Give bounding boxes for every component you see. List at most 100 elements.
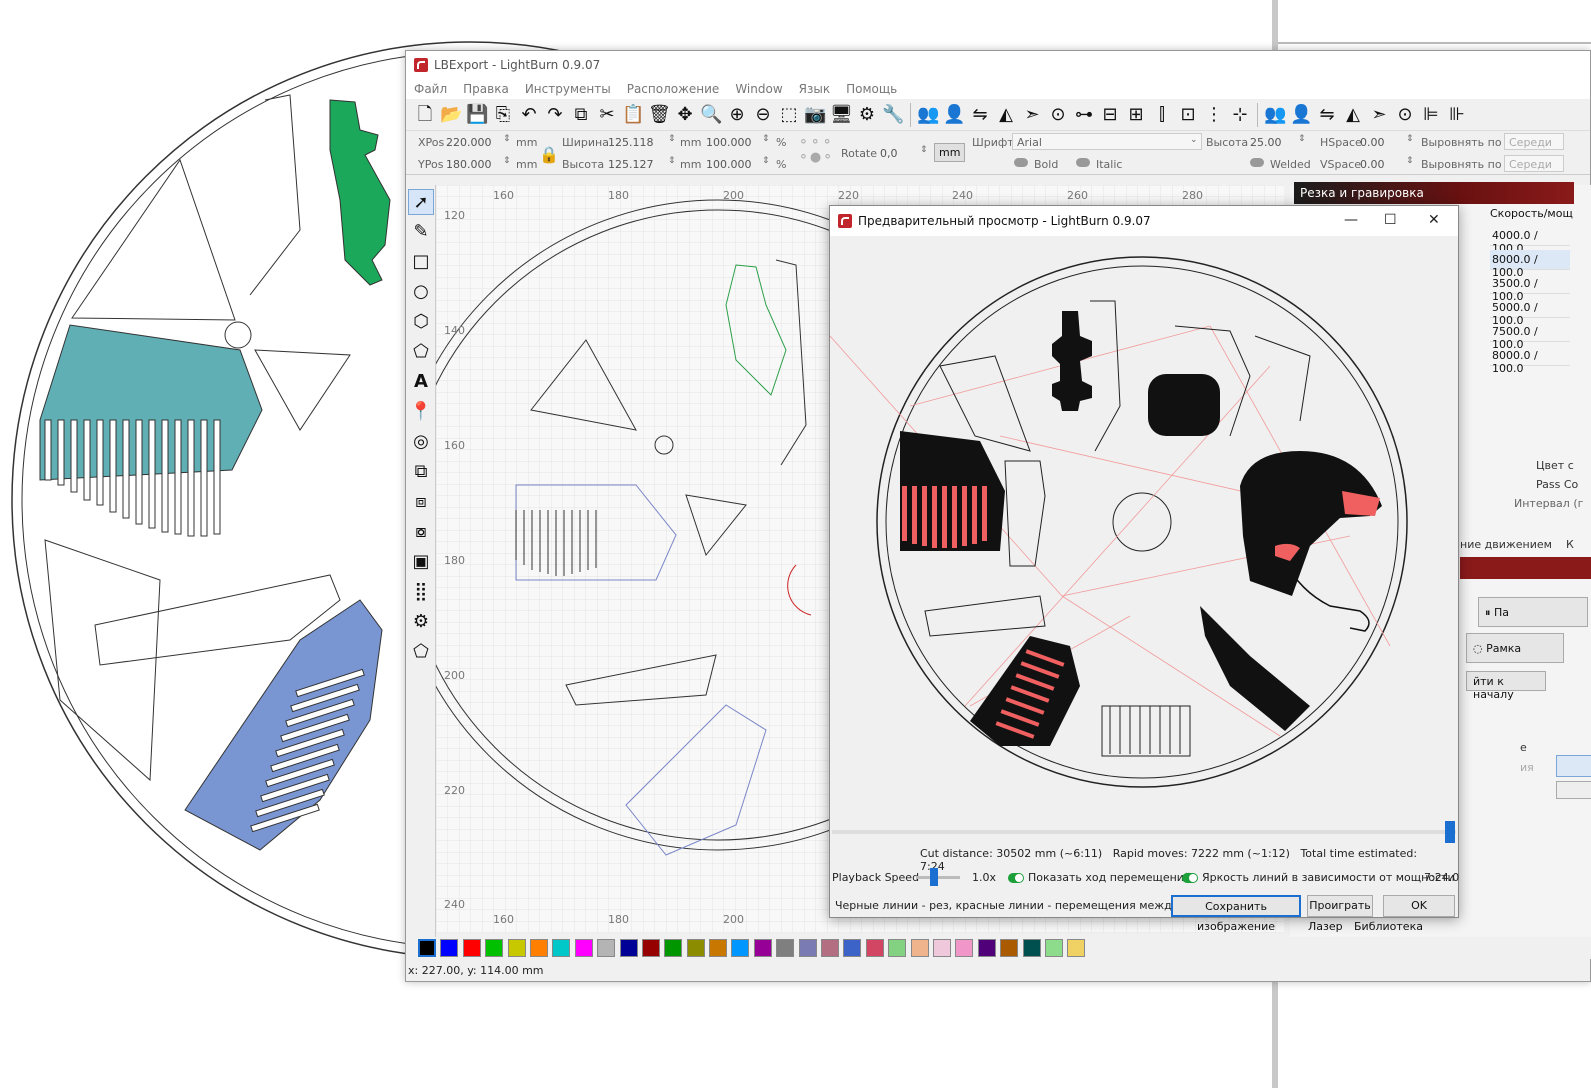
move-together-icon[interactable]: ⊹ [1229, 104, 1251, 126]
hspace-field[interactable]: 0.00 [1360, 136, 1385, 149]
color-swatch[interactable] [776, 939, 795, 957]
color-swatch[interactable] [798, 939, 817, 957]
open-folder-icon[interactable]: 📂 [440, 104, 462, 126]
maximize-icon[interactable]: ☐ [1384, 212, 1397, 228]
color-swatch[interactable] [865, 939, 884, 957]
color-swatch[interactable] [709, 939, 728, 957]
width-field[interactable]: 125.118 [608, 136, 654, 149]
send-icon-2[interactable]: ➣ [1368, 104, 1390, 126]
zoom-selection-icon[interactable]: 🔍 [700, 104, 722, 126]
boolean-intersect-icon[interactable]: ⧇ [408, 519, 434, 545]
target-icon[interactable]: ⊙ [1047, 104, 1069, 126]
color-swatch[interactable] [440, 939, 459, 957]
menu-language[interactable]: Язык [799, 82, 830, 96]
scale-y-field[interactable]: 100.000 [706, 158, 752, 171]
vspace-spinner-icon[interactable]: ⇕ [1406, 156, 1414, 166]
text-tool-icon[interactable]: A [408, 369, 434, 395]
width-spinner-icon[interactable]: ⇕ [668, 134, 676, 144]
align-x-select[interactable]: Середи [1504, 133, 1564, 150]
color-swatch[interactable] [597, 939, 616, 957]
menu-window[interactable]: Window [735, 82, 782, 96]
color-swatch[interactable] [1067, 939, 1086, 957]
ok-button[interactable]: OK [1383, 895, 1455, 917]
weld-icon[interactable]: ▣ [408, 549, 434, 575]
color-swatch[interactable] [843, 939, 862, 957]
rotate-field[interactable]: 0,0 [880, 147, 898, 160]
anchor-grid-icon[interactable]: ⚬⚬⚬ ⚬●⚬ [798, 135, 834, 165]
close-icon[interactable]: ✕ [1428, 212, 1440, 228]
frame-button[interactable]: ◌ Рамка [1466, 633, 1564, 663]
ypos-spinner-icon[interactable]: ⇕ [503, 156, 511, 166]
library-tab[interactable]: Библиотека [1354, 920, 1423, 933]
color-swatch[interactable] [664, 939, 683, 957]
menu-arrange[interactable]: Расположение [627, 82, 720, 96]
copy-icon[interactable]: ⧉ [570, 104, 592, 126]
zoom-frame-icon[interactable]: ⬚ [778, 104, 800, 126]
undo-icon[interactable]: ↶ [518, 104, 540, 126]
camera-icon[interactable]: 📷 [804, 104, 826, 126]
layer-speed-2[interactable]: 8000.0 / 100.0 [1490, 250, 1570, 279]
align-right-icon[interactable]: ⊪ [1446, 104, 1468, 126]
cut-icon[interactable]: ✂ [596, 104, 618, 126]
polygon-icon[interactable]: ⬡ [408, 309, 434, 335]
new-file-icon[interactable]: 🗋 [414, 104, 436, 126]
minimize-icon[interactable]: — [1344, 212, 1358, 228]
tools-wrench-icon[interactable]: 🔧 [882, 104, 904, 126]
distribute-icon[interactable]: ⫿ [1151, 104, 1173, 126]
color-swatch[interactable] [888, 939, 907, 957]
align-y-select[interactable]: Середи [1504, 155, 1564, 172]
color-swatch[interactable] [1044, 939, 1063, 957]
lock-icon[interactable]: 🔒 [539, 145, 559, 164]
delete-icon[interactable]: 🗑 [648, 104, 671, 126]
color-swatch[interactable] [932, 939, 951, 957]
zoom-out-icon[interactable]: ⊖ [752, 104, 774, 126]
settings-gear-icon[interactable]: ⚙ [856, 104, 878, 126]
k-tab[interactable]: К [1566, 538, 1574, 551]
color-swatch[interactable] [821, 939, 840, 957]
playback-speed-slider[interactable] [916, 876, 960, 879]
color-swatch[interactable] [619, 939, 638, 957]
field-box[interactable] [1556, 781, 1591, 799]
mm-toggle-button[interactable]: mm [934, 143, 966, 162]
group-icon[interactable]: 👥 [917, 104, 939, 126]
align-center-icon[interactable]: ⊟ [1099, 104, 1121, 126]
show-moves-toggle[interactable] [1008, 873, 1024, 883]
xpos-spinner-icon[interactable]: ⇕ [503, 134, 511, 144]
layer-speed-5[interactable]: 7500.0 / 100.0 [1490, 322, 1570, 351]
align-middle-icon[interactable]: ⊞ [1125, 104, 1147, 126]
layer-speed-4[interactable]: 5000.0 / 100.0 [1490, 298, 1570, 327]
color-swatch[interactable] [485, 939, 504, 957]
group-icon-2[interactable]: 👥 [1264, 104, 1286, 126]
menu-tools[interactable]: Инструменты [525, 82, 611, 96]
color-swatch[interactable] [1022, 939, 1041, 957]
ypos-field[interactable]: 180.000 [446, 158, 492, 171]
color-swatch[interactable] [753, 939, 772, 957]
pause-button[interactable]: ⏸ Па [1478, 597, 1588, 627]
scale-x-spinner-icon[interactable]: ⇕ [762, 134, 770, 144]
playback-progress-handle[interactable] [1445, 821, 1455, 843]
mirror-icon-2[interactable]: ◭ [1342, 104, 1364, 126]
scale-x-field[interactable]: 100.000 [706, 136, 752, 149]
selected-field[interactable] [1556, 755, 1591, 777]
height-field[interactable]: 125.127 [608, 158, 654, 171]
color-swatch[interactable] [955, 939, 974, 957]
menu-file[interactable]: Файл [414, 82, 447, 96]
brightness-option[interactable]: Яркость линий в зависимости от мощности [1182, 871, 1455, 884]
flip-icon-2[interactable]: ⇋ [1316, 104, 1338, 126]
show-moves-option[interactable]: Показать ход перемещений [1008, 871, 1191, 884]
boolean-union-icon[interactable]: ⧉ [408, 459, 434, 485]
mirror-icon[interactable]: ◭ [995, 104, 1017, 126]
welded-toggle[interactable] [1250, 158, 1264, 167]
font-height-field[interactable]: 25.00 [1250, 136, 1282, 149]
redo-icon[interactable]: ↷ [544, 104, 566, 126]
align-left-icon[interactable]: ⊫ [1420, 104, 1442, 126]
pencil-icon[interactable]: ✎ [408, 219, 434, 245]
color-swatch[interactable] [641, 939, 660, 957]
color-swatch[interactable] [910, 939, 929, 957]
select-arrow-icon[interactable]: ➚ [408, 189, 434, 215]
ungroup-icon-2[interactable]: 👤 [1290, 104, 1312, 126]
target-icon-2[interactable]: ⊙ [1394, 104, 1416, 126]
circular-array-icon[interactable]: ⚙ [408, 609, 434, 635]
color-swatch[interactable] [552, 939, 571, 957]
layer-speed-6[interactable]: 8000.0 / 100.0 [1490, 346, 1570, 375]
